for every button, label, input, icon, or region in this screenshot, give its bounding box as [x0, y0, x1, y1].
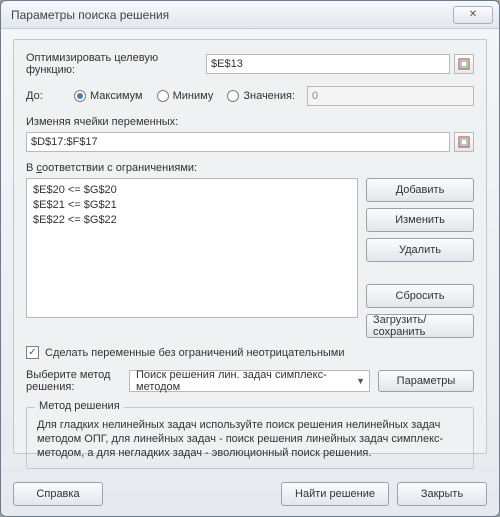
to-radios: Максимум Миниму Значения:: [74, 90, 295, 102]
titlebar[interactable]: Параметры поиска решения ✕: [1, 1, 499, 29]
changing-refedit: [26, 132, 474, 152]
description-group: Метод решения Для гладких нелинейных зад…: [26, 407, 474, 469]
change-button[interactable]: Изменить: [366, 208, 474, 232]
objective-label: Оптимизировать целевую функцию:: [26, 52, 206, 76]
close-footer-button[interactable]: Закрыть: [397, 482, 487, 506]
method-selected: Поиск решения лин. задач симплекс-методо…: [136, 369, 356, 393]
range-select-icon: [458, 136, 470, 148]
help-button[interactable]: Справка: [13, 482, 103, 506]
description-body: Для гладких нелинейных задач используйте…: [37, 418, 463, 460]
radio-max-label: Максимум: [90, 90, 143, 102]
description-title: Метод решения: [35, 400, 124, 412]
constraints-area: $E$20 <= $G$20 $E$21 <= $G$21 $E$22 <= $…: [26, 178, 474, 338]
objective-range-button[interactable]: [454, 54, 474, 74]
reset-button[interactable]: Сбросить: [366, 284, 474, 308]
main-panel: Оптимизировать целевую функцию: До: Макс…: [13, 39, 487, 454]
changing-range-button[interactable]: [454, 132, 474, 152]
changing-row: [26, 132, 474, 152]
close-button[interactable]: ✕: [453, 6, 493, 24]
check-icon: ✓: [28, 347, 36, 358]
solve-button[interactable]: Найти решение: [281, 482, 389, 506]
radio-dot-icon: [74, 90, 86, 102]
to-label: До:: [26, 90, 74, 102]
delete-button[interactable]: Удалить: [366, 238, 474, 262]
objective-refedit: [206, 54, 474, 74]
nonneg-checkbox[interactable]: ✓: [26, 346, 39, 359]
changing-label: Изменяя ячейки переменных:: [26, 116, 178, 128]
radio-value[interactable]: Значения:: [227, 90, 295, 102]
constraints-label: В соответствии с ограничениями:: [26, 162, 197, 174]
nonneg-label: Сделать переменные без ограничений неотр…: [45, 347, 345, 359]
solver-dialog: Параметры поиска решения ✕ Оптимизироват…: [0, 0, 500, 517]
chevron-down-icon: ▼: [356, 376, 365, 386]
radio-dot-icon: [157, 90, 169, 102]
objective-row: Оптимизировать целевую функцию:: [26, 52, 474, 76]
radio-min-label: Миниму: [173, 90, 214, 102]
footer: Справка Найти решение Закрыть: [1, 474, 499, 516]
to-row: До: Максимум Миниму Значения:: [26, 86, 474, 106]
constraints-label-row: В соответствии с ограничениями:: [26, 162, 474, 174]
value-of-input[interactable]: [307, 86, 474, 106]
close-icon: ✕: [469, 9, 477, 20]
radio-dot-icon: [227, 90, 239, 102]
range-select-icon: [458, 58, 470, 70]
window-title: Параметры поиска решения: [7, 8, 453, 22]
nonneg-row[interactable]: ✓ Сделать переменные без ограничений нео…: [26, 346, 474, 359]
radio-min[interactable]: Миниму: [157, 90, 214, 102]
options-button[interactable]: Параметры: [378, 370, 474, 392]
radio-max[interactable]: Максимум: [74, 90, 143, 102]
changing-label-row: Изменяя ячейки переменных:: [26, 116, 474, 128]
loadsave-button[interactable]: Загрузить/сохранить: [366, 314, 474, 338]
changing-input[interactable]: [26, 132, 450, 152]
method-label: Выберите метод решения:: [26, 369, 121, 393]
radio-value-label: Значения:: [243, 90, 295, 102]
constraints-buttons: Добавить Изменить Удалить Сбросить Загру…: [366, 178, 474, 338]
objective-input[interactable]: [206, 54, 450, 74]
method-select[interactable]: Поиск решения лин. задач симплекс-методо…: [129, 370, 370, 392]
add-button[interactable]: Добавить: [366, 178, 474, 202]
content-area: Оптимизировать целевую функцию: До: Макс…: [1, 29, 499, 474]
constraints-listbox[interactable]: $E$20 <= $G$20 $E$21 <= $G$21 $E$22 <= $…: [26, 178, 358, 318]
method-row: Выберите метод решения: Поиск решения ли…: [26, 369, 474, 393]
